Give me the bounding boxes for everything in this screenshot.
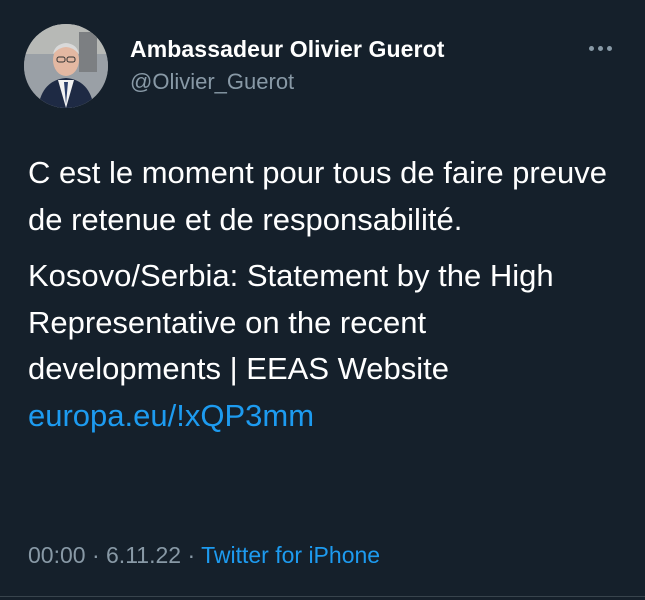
- avatar[interactable]: [24, 24, 108, 108]
- tweet-body: C est le moment pour tous de faire preuv…: [28, 150, 618, 439]
- tweet-link[interactable]: europa.eu/!xQP3mm: [28, 393, 618, 440]
- tweet-card: Ambassadeur Olivier Guerot @Olivier_Guer…: [0, 0, 645, 600]
- more-horizontal-icon: [588, 45, 612, 51]
- profile-photo: [24, 24, 108, 108]
- tweet-date: 6.11.22: [106, 542, 182, 568]
- meta-separator: ·: [91, 542, 100, 568]
- tweet-time: 00:00: [28, 542, 86, 568]
- more-options-button[interactable]: [584, 36, 616, 60]
- tweet-meta: 00:00 · 6.11.22 · Twitter for iPhone: [28, 542, 380, 569]
- tweet-source-link[interactable]: Twitter for iPhone: [201, 542, 380, 568]
- link-title: Kosovo/Serbia: Statement by the High Rep…: [28, 258, 554, 386]
- tweet-text: C est le moment pour tous de faire preuv…: [28, 155, 607, 237]
- meta-separator: ·: [187, 542, 196, 568]
- author-handle[interactable]: @Olivier_Guerot: [130, 69, 294, 95]
- divider: [0, 596, 645, 597]
- author-name[interactable]: Ambassadeur Olivier Guerot: [130, 36, 444, 63]
